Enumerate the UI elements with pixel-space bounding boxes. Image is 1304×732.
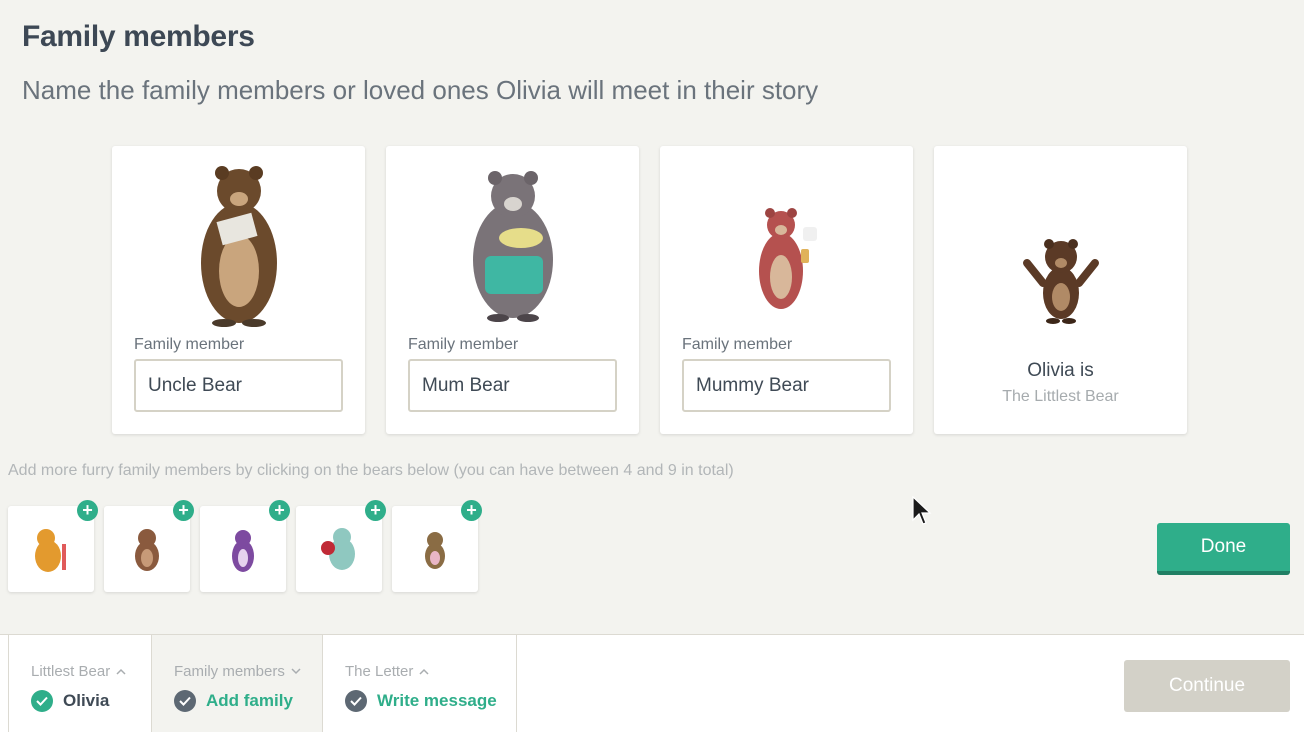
extra-bears-list: + + + + + — [8, 500, 482, 592]
chevron-down-icon — [291, 668, 301, 675]
page-subtitle: Name the family members or loved ones Ol… — [22, 75, 819, 105]
olivia-name: Olivia is — [1027, 360, 1094, 381]
check-circle-icon — [174, 690, 196, 712]
step-title: The Letter — [345, 663, 414, 680]
plus-icon: + — [269, 500, 290, 521]
family-member-input[interactable] — [134, 359, 343, 412]
family-member-label: Family member — [408, 336, 519, 353]
page-title: Family members — [22, 20, 255, 53]
chevron-up-icon — [116, 668, 126, 675]
plus-icon: + — [77, 500, 98, 521]
step-value: Add family — [206, 691, 293, 710]
done-button[interactable]: Done — [1157, 523, 1290, 575]
add-purple-bear-button[interactable]: + — [200, 500, 290, 592]
littlest-bear-icon — [934, 160, 1187, 330]
plus-icon: + — [461, 500, 482, 521]
chevron-up-icon — [419, 668, 429, 675]
add-small-bear-button[interactable]: + — [392, 500, 482, 592]
family-member-label: Family member — [134, 336, 245, 353]
bear-with-apron-icon — [386, 160, 639, 330]
mouse-pointer-icon — [912, 496, 932, 525]
step-the-letter[interactable]: The Letter Write message — [322, 635, 517, 732]
family-member-input[interactable] — [408, 359, 617, 412]
step-value: Write message — [377, 691, 497, 710]
small-bear-icon — [425, 532, 445, 569]
orange-bear-icon — [35, 529, 66, 572]
family-member-label: Family member — [682, 336, 793, 353]
plus-icon: + — [365, 500, 386, 521]
add-teal-bear-button[interactable]: + — [296, 500, 386, 592]
teal-bear-with-ball-icon — [321, 528, 355, 570]
family-member-input[interactable] — [682, 359, 891, 412]
step-title: Family members — [174, 663, 285, 680]
purple-bear-icon — [232, 530, 254, 572]
check-circle-icon — [345, 690, 367, 712]
bear-with-letter-icon — [112, 160, 365, 330]
family-member-card: Family member — [386, 146, 639, 434]
add-orange-bear-button[interactable]: + — [8, 500, 98, 592]
plus-icon: + — [173, 500, 194, 521]
add-brown-bear-button[interactable]: + — [104, 500, 194, 592]
family-member-card: Family member — [112, 146, 365, 434]
continue-button[interactable]: Continue — [1124, 660, 1290, 712]
check-circle-icon — [31, 690, 53, 712]
olivia-card: Olivia is The Littlest Bear — [934, 146, 1187, 434]
add-members-hint: Add more furry family members by clickin… — [8, 462, 734, 479]
olivia-role: The Littlest Bear — [1002, 388, 1119, 405]
step-value: Olivia — [63, 691, 110, 710]
bear-pouring-icon — [660, 160, 913, 330]
progress-footer: Littlest Bear Olivia Family members Add … — [0, 634, 1304, 732]
step-littlest-bear[interactable]: Littlest Bear Olivia — [8, 635, 152, 732]
step-title: Littlest Bear — [31, 663, 111, 680]
step-family-members[interactable]: Family members Add family — [151, 635, 323, 732]
family-member-card: Family member — [660, 146, 913, 434]
brown-bear-icon — [135, 529, 159, 571]
family-cards: Family member Family member — [112, 146, 1187, 434]
